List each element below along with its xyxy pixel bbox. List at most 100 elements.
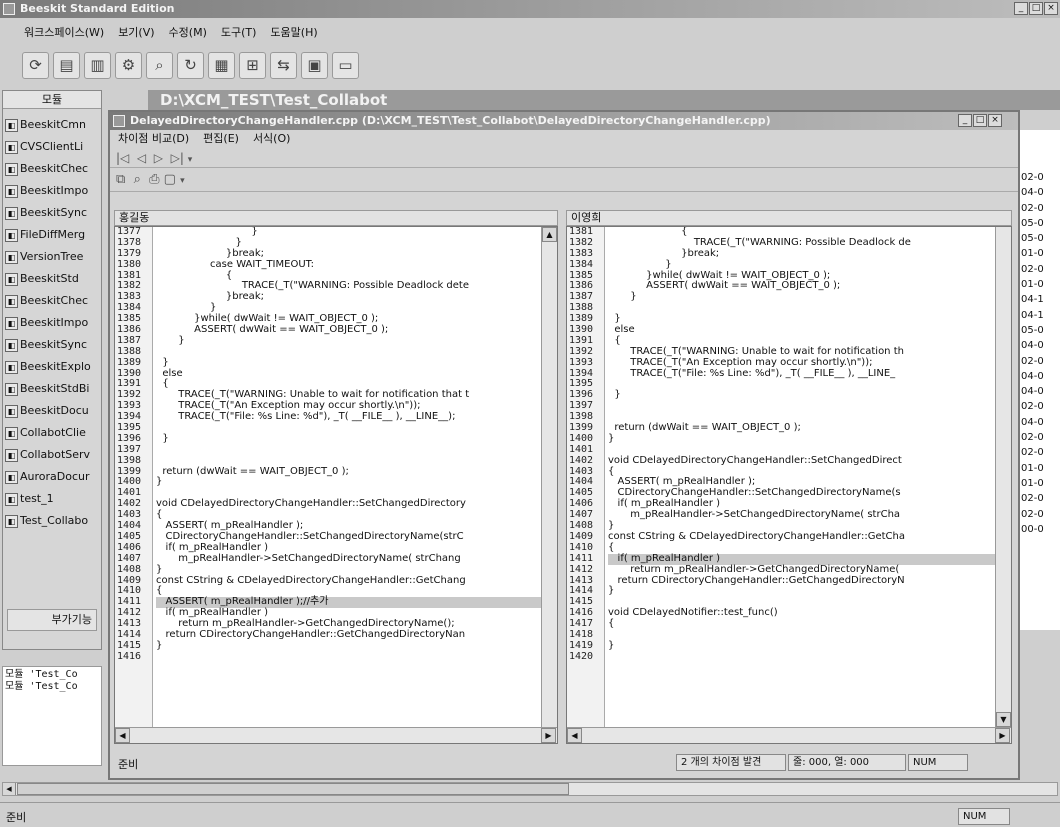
minimize-button[interactable]: _ (1014, 2, 1028, 15)
sidebar-module-item[interactable]: ◧ VersionTree (3, 247, 101, 269)
grid-icon[interactable]: ▦ (208, 52, 235, 79)
menu-item[interactable]: 워크스페이스(W) (24, 24, 104, 42)
right-horizontal-scrollbar[interactable]: ◀ ▶ (567, 727, 1011, 743)
print-icon[interactable]: ⎙ (149, 172, 159, 187)
sidebar-module-item[interactable]: ◧ BeeskitDocu (3, 401, 101, 423)
right-scroll-left-button[interactable]: ◀ (567, 728, 582, 743)
scroll-thumb[interactable] (17, 783, 569, 795)
module-label: BeeskitChec (20, 162, 89, 175)
diff-menu-item[interactable]: 차이점 비교(D) (118, 130, 189, 148)
module-label: BeeskitSync (20, 206, 88, 219)
report-icon[interactable]: ▣ (301, 52, 328, 79)
tree-icon[interactable]: ⊞ (239, 52, 266, 79)
left-vertical-scrollbar[interactable]: ▲ (541, 227, 557, 727)
code-line: m_pRealHandler->SetChangedDirectoryName(… (608, 509, 901, 521)
code-line: ASSERT( dwWait == WAIT_OBJECT_0 ); (608, 280, 841, 292)
sidebar-module-item[interactable]: ◧ BeeskitCmn (3, 115, 101, 137)
sidebar-module-item[interactable]: ◧ Test_Collabo (3, 511, 101, 533)
maximize-button[interactable]: □ (1029, 2, 1043, 15)
sidebar-module-item[interactable]: ◧ BeeskitSync (3, 335, 101, 357)
right-scroll-right-button[interactable]: ▶ (995, 728, 1010, 743)
left-scroll-left-button[interactable]: ◀ (115, 728, 130, 743)
connect-icon[interactable]: ⚙ (115, 52, 142, 79)
code-line: { (608, 618, 615, 630)
sidebar-module-item[interactable]: ◧ BeeskitChec (3, 159, 101, 181)
sidebar-module-item[interactable]: ◧ test_1 (3, 489, 101, 511)
preview-icon[interactable]: ▢ (164, 172, 176, 187)
code-line: void CDelayedDirectoryChangeHandler::Set… (156, 498, 466, 510)
next-diff-icon[interactable]: ▷ (154, 151, 163, 165)
prev-diff-icon[interactable]: ◁ (137, 151, 146, 165)
file-date-cell: 01-0 (1021, 279, 1044, 291)
right-code-pane[interactable]: 1381 1382 1383 1384 1385 1386 1387 1388 1389 1390… (566, 226, 1012, 744)
module-sidebar: 모듈 ◧ BeeskitCmn ◧ CVSClientLi ◧ BeeskitChec ◧ B… (2, 90, 102, 650)
diff-close-button[interactable]: × (988, 114, 1002, 127)
scroll-left-button[interactable]: ◀ (3, 783, 16, 795)
sidebar-module-item[interactable]: ◧ CollabotClie (3, 423, 101, 445)
menu-item[interactable]: 수정(M) (169, 24, 207, 42)
module-icon: ◧ (5, 316, 18, 330)
compare-folder-icon[interactable]: ▥ (84, 52, 111, 79)
main-status-bar: 준비 NUM (0, 802, 1060, 827)
sidebar-module-item[interactable]: ◧ CollabotServ (3, 445, 101, 467)
nav-dropdown-icon[interactable]: ▾ (188, 155, 193, 165)
sidebar-module-item[interactable]: ◧ BeeskitStd (3, 269, 101, 291)
sidebar-module-item[interactable]: ◧ BeeskitImpo (3, 181, 101, 203)
sidebar-module-item[interactable]: ◧ BeeskitChec (3, 291, 101, 313)
compare-icon[interactable]: ▤ (53, 52, 80, 79)
left-code-pane[interactable]: 1377 1378 1379 1380 1381 1382 1383 1384 1385 1386… (114, 226, 558, 744)
edit-dropdown-icon[interactable]: ▾ (180, 176, 185, 186)
left-scroll-right-button[interactable]: ▶ (541, 728, 556, 743)
workspace-icon[interactable]: ⟳ (22, 52, 49, 79)
right-vertical-scrollbar[interactable]: ▼ (995, 227, 1011, 727)
close-button[interactable]: × (1044, 2, 1058, 15)
sidebar-module-item[interactable]: ◧ FileDiffMerg (3, 225, 101, 247)
merge-icon[interactable]: ⇆ (270, 52, 297, 79)
find-icon[interactable]: ⌕ (146, 52, 173, 79)
copy-icon[interactable]: ⧉ (116, 172, 125, 187)
left-scroll-up-button[interactable]: ▲ (542, 227, 557, 242)
module-icon: ◧ (5, 360, 18, 374)
sidebar-module-item[interactable]: ◧ BeeskitSync (3, 203, 101, 225)
last-diff-icon[interactable]: ▷| (171, 151, 184, 165)
left-horizontal-scrollbar[interactable]: ◀ ▶ (115, 727, 557, 743)
menu-item[interactable]: 도구(T) (221, 24, 257, 42)
module-icon: ◧ (5, 294, 18, 308)
sidebar-module-item[interactable]: ◧ CVSClientLi (3, 137, 101, 159)
code-line: } (156, 476, 163, 488)
module-icon: ◧ (5, 250, 18, 264)
right-author: 이영희 (571, 211, 602, 224)
sidebar-module-item[interactable]: ◧ BeeskitExplo (3, 357, 101, 379)
window-icon[interactable]: ▭ (332, 52, 359, 79)
sidebar-module-item[interactable]: ◧ AuroraDocur (3, 467, 101, 489)
menu-item[interactable]: 도움말(H) (270, 24, 317, 42)
code-line: return (dwWait == WAIT_OBJECT_0 ); (156, 465, 349, 477)
sidebar-module-item[interactable]: ◧ BeeskitImpo (3, 313, 101, 335)
file-date-cell: 04-0 (1021, 340, 1044, 352)
line-number: 1420 (569, 650, 594, 662)
diff-menu-item[interactable]: 편집(E) (203, 130, 239, 148)
left-code-text[interactable]: } } }break; case WAIT_TIMEOUT: { TRACE(_… (154, 227, 541, 727)
file-date-cell: 04-0 (1021, 370, 1044, 382)
file-list-column: 02-0 04-0 02-0 05-0 05-0 01-0 02-0 01-0 04-1 04-1… (1014, 130, 1060, 630)
module-label: BeeskitSync (20, 338, 88, 351)
module-label: BeeskitImpo (20, 316, 89, 329)
find-icon[interactable]: ⌕ (134, 172, 141, 187)
menu-item[interactable]: 보기(V) (118, 24, 154, 42)
module-icon: ◧ (5, 184, 18, 198)
refresh-icon[interactable]: ↻ (177, 52, 204, 79)
diff-minimize-button[interactable]: _ (958, 114, 972, 127)
sidebar-footer[interactable]: 부가기능 (7, 609, 97, 631)
main-horizontal-scrollbar[interactable]: ◀ (2, 782, 1058, 796)
module-label: BeeskitStdBi (20, 382, 90, 395)
module-label: VersionTree (20, 250, 84, 263)
code-line: TRACE(_T("File: %s Line: %d"), _T( __FIL… (156, 411, 456, 423)
diff-menu-item[interactable]: 서식(O) (253, 130, 290, 148)
right-code-text[interactable]: { TRACE(_T("WARNING: Possible Deadlock d… (606, 227, 995, 727)
diff-maximize-button[interactable]: □ (973, 114, 987, 127)
first-diff-icon[interactable]: |◁ (116, 151, 129, 165)
file-date-cell: 04-0 (1021, 386, 1044, 398)
sidebar-module-item[interactable]: ◧ BeeskitStdBi (3, 379, 101, 401)
right-scroll-down-button[interactable]: ▼ (996, 712, 1011, 727)
